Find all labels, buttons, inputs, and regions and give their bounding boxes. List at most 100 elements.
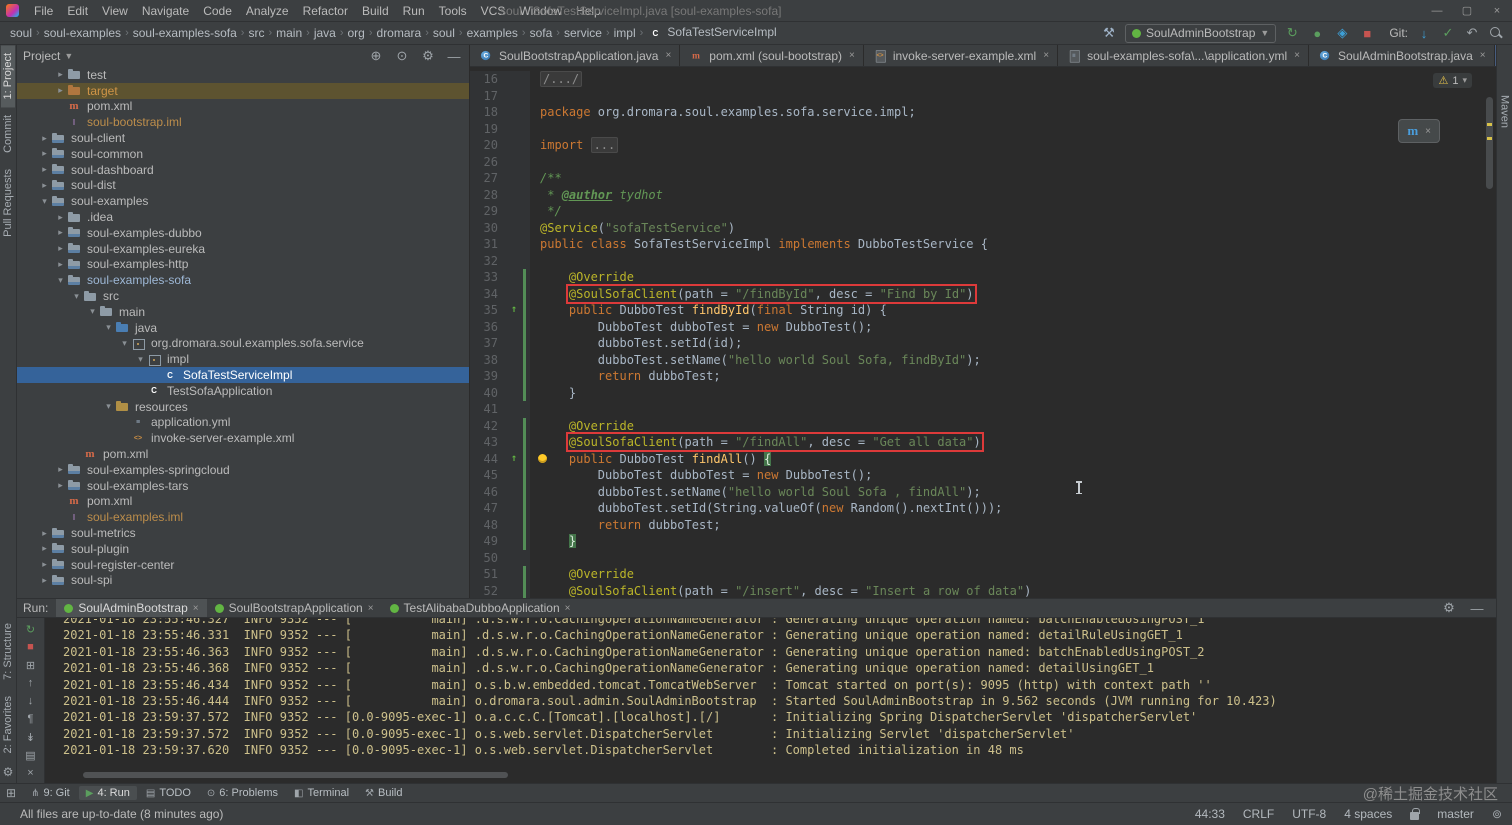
toolwindow-problems-button[interactable]: ⊙ 6: Problems: [200, 786, 285, 800]
tree-item-pom-xml[interactable]: m pom.xml: [17, 99, 469, 115]
code-text[interactable]: @SoulSofaClient(path = "/findById", desc…: [530, 283, 1496, 304]
chevron-right-icon[interactable]: ▸: [39, 164, 50, 175]
tree-item-soul-spi[interactable]: ▸ soul-spi: [17, 573, 469, 589]
tool-window-switcher-icon[interactable]: ⊞: [6, 786, 16, 800]
scroll-to-end-icon[interactable]: ↡: [23, 729, 39, 745]
code-text[interactable]: @Override: [530, 269, 1496, 286]
caret-position[interactable]: 44:33: [1195, 807, 1225, 821]
breadcrumb-item-dromara[interactable]: dromara: [375, 26, 424, 40]
restore-layout-icon[interactable]: ⊞: [23, 657, 39, 673]
chevron-right-icon[interactable]: ▸: [55, 464, 66, 475]
code-text[interactable]: import ...: [530, 137, 1496, 154]
line-separator[interactable]: CRLF: [1243, 807, 1274, 821]
breadcrumb-item-sofa[interactable]: sofa: [528, 26, 555, 40]
git-revert-icon[interactable]: ↶: [1463, 24, 1481, 42]
console-output[interactable]: 2021-01-18 23:55:46.327 INFO 9352 --- [ …: [45, 618, 1496, 783]
editor-gutter[interactable]: 39: [470, 368, 530, 385]
chevron-right-icon[interactable]: ▸: [39, 148, 50, 159]
code-text[interactable]: [530, 88, 1496, 105]
editor-gutter[interactable]: 47: [470, 500, 530, 517]
chevron-right-icon[interactable]: ▸: [39, 528, 50, 539]
maximize-button[interactable]: ▢: [1452, 0, 1482, 22]
expand-collapse-icon[interactable]: ⊙: [393, 47, 411, 65]
clear-console-icon[interactable]: ×: [23, 765, 39, 781]
close-tab-icon[interactable]: ×: [849, 50, 855, 61]
menu-analyze[interactable]: Analyze: [239, 2, 296, 20]
chevron-down-icon[interactable]: ▾: [39, 196, 50, 207]
breadcrumb-item-examples[interactable]: examples: [465, 26, 520, 40]
code-text[interactable]: [530, 253, 1496, 270]
run-configuration-select[interactable]: SoulAdminBootstrap ▼: [1125, 23, 1277, 43]
menu-file[interactable]: File: [27, 2, 60, 20]
editor-gutter[interactable]: 27: [470, 170, 530, 187]
breadcrumb-item-soul[interactable]: soul: [431, 26, 457, 40]
minimize-panel-icon[interactable]: ―: [1468, 599, 1486, 617]
code-text[interactable]: public class SofaTestServiceImpl impleme…: [530, 236, 1496, 253]
stop-icon[interactable]: ■: [1358, 24, 1376, 42]
close-tab-icon[interactable]: ×: [368, 603, 374, 614]
editor-gutter[interactable]: 34: [470, 285, 530, 302]
tree-item-soul-common[interactable]: ▸ soul-common: [17, 146, 469, 162]
editor-gutter[interactable]: 51: [470, 566, 530, 583]
menu-build[interactable]: Build: [355, 2, 396, 20]
tree-item-soul-examples-tars[interactable]: ▸ soul-examples-tars: [17, 478, 469, 494]
chevron-right-icon[interactable]: ▸: [55, 69, 66, 80]
tree-item-application-yml[interactable]: ≡ application.yml: [17, 415, 469, 431]
editor-gutter[interactable]: 49: [470, 533, 530, 550]
tree-item-soul-examples-http[interactable]: ▸ soul-examples-http: [17, 257, 469, 273]
tree-item-soul-examples-sofa[interactable]: ▾ soul-examples-sofa: [17, 272, 469, 288]
breadcrumb-item-service[interactable]: service: [562, 26, 604, 40]
run-tab-testalibabadubboapplication[interactable]: TestAlibabaDubboApplication ×: [382, 599, 579, 617]
editor-gutter[interactable]: 50: [470, 549, 530, 566]
tree-item-resources[interactable]: ▾ resources: [17, 399, 469, 415]
chevron-right-icon[interactable]: ▸: [39, 543, 50, 554]
code-text[interactable]: DubboTest dubboTest = new DubboTest();: [530, 319, 1496, 336]
code-text[interactable]: return dubboTest;: [530, 368, 1496, 385]
chevron-right-icon[interactable]: ▸: [55, 259, 66, 270]
breadcrumb-item-org[interactable]: org: [346, 26, 367, 40]
editor-gutter[interactable]: 26: [470, 153, 530, 170]
breadcrumb-item-soul-examples-sofa[interactable]: soul-examples-sofa: [131, 26, 239, 40]
stripe-button-commit[interactable]: Commit: [1, 107, 15, 161]
editor-gutter[interactable]: 41: [470, 401, 530, 418]
editor-gutter[interactable]: 33: [470, 269, 530, 286]
stripe-button-maven[interactable]: Maven: [1498, 87, 1512, 136]
stripe-settings-icon[interactable]: ⚙: [3, 761, 14, 783]
editor-gutter[interactable]: 52: [470, 582, 530, 598]
menu-edit[interactable]: Edit: [60, 2, 95, 20]
editor-gutter[interactable]: 30: [470, 219, 530, 236]
close-tab-icon[interactable]: ×: [665, 50, 671, 61]
editor-gutter[interactable]: 19: [470, 120, 530, 137]
git-commit-icon[interactable]: ✓: [1439, 24, 1457, 42]
chevron-down-icon[interactable]: ▼: [64, 51, 73, 61]
code-text[interactable]: public DubboTest findAll() {: [530, 451, 1496, 468]
tree-item-idea[interactable]: ▸ .idea: [17, 209, 469, 225]
editor-gutter[interactable]: 48: [470, 516, 530, 533]
tree-item-org-dromara-soul-examples-sofa-service[interactable]: ▾ org.dromara.soul.examples.sofa.service: [17, 336, 469, 352]
editor-gutter[interactable]: 43: [470, 434, 530, 451]
tree-item-soul-bootstrap-iml[interactable]: Isoul-bootstrap.iml: [17, 114, 469, 131]
close-tab-icon[interactable]: ×: [1480, 50, 1486, 61]
breadcrumb-item-src[interactable]: src: [246, 26, 266, 40]
menu-navigate[interactable]: Navigate: [135, 2, 196, 20]
editor-gutter[interactable]: 17: [470, 87, 530, 104]
coverage-icon[interactable]: ◈: [1333, 24, 1351, 42]
breadcrumb-item-soul[interactable]: soul: [8, 26, 34, 40]
build-hammer-icon[interactable]: ⚒: [1100, 24, 1118, 42]
editor-gutter[interactable]: 36: [470, 318, 530, 335]
code-text[interactable]: @Override: [530, 566, 1496, 583]
code-text[interactable]: }: [530, 533, 1496, 550]
breadcrumb-item-impl[interactable]: impl: [612, 26, 638, 40]
chevron-down-icon[interactable]: ▾: [71, 291, 82, 302]
code-text[interactable]: public DubboTest findById(final String i…: [530, 302, 1496, 319]
code-text[interactable]: */: [530, 203, 1496, 220]
horizontal-scrollbar[interactable]: [83, 772, 508, 778]
code-text[interactable]: @Service("sofaTestService"): [530, 220, 1496, 237]
editor-gutter[interactable]: 16: [470, 71, 530, 88]
editor-tab-pom-xml-soul-bootstrap[interactable]: m pom.xml (soul-bootstrap) ×: [680, 45, 864, 66]
chevron-down-icon[interactable]: ▾: [119, 338, 130, 349]
tree-item-impl[interactable]: ▾ impl: [17, 351, 469, 367]
tree-item-java[interactable]: ▾ java: [17, 320, 469, 336]
intention-bulb-icon[interactable]: [538, 453, 547, 463]
editor-gutter[interactable]: 42: [470, 417, 530, 434]
